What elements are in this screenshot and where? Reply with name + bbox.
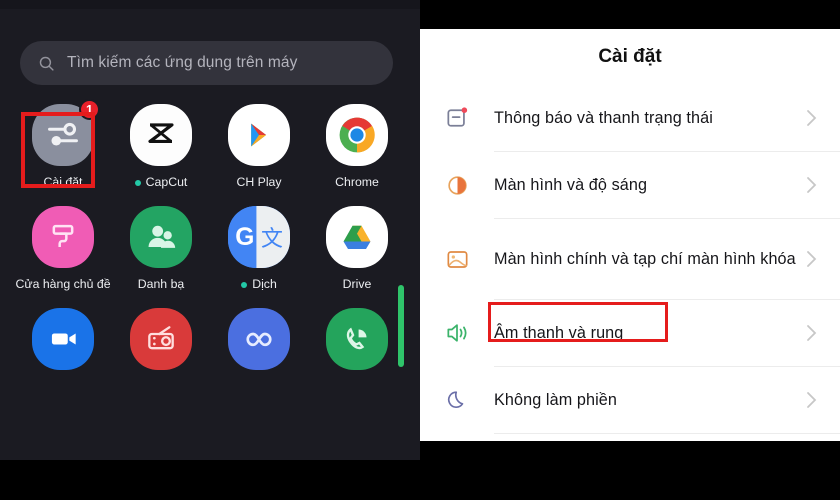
app-row: 1 Cài đặt CapCut CH Play Chrome [14, 99, 406, 190]
app-label: CapCut [134, 175, 188, 190]
app-row [14, 308, 406, 379]
search-placeholder: Tìm kiếm các ứng dụng trên máy [67, 54, 298, 71]
app-item-contacts[interactable]: Danh bạ [112, 206, 210, 292]
app-grid: 1 Cài đặt CapCut CH Play Chrome Cửa hàng… [14, 99, 406, 395]
app-label-text: Cửa hàng chủ đề [15, 277, 111, 291]
wallpaper-icon [442, 244, 472, 274]
settings-item-display-brightness[interactable]: Màn hình và độ sáng [420, 152, 840, 218]
notification-icon [442, 103, 472, 133]
app-row: Cửa hàng chủ đề Danh bạ G 文 Dịch Drive [14, 206, 406, 292]
settings-panel: Cài đặt Thông báo và thanh trạng thái Mà… [420, 0, 840, 500]
app-badge-count: 1 [79, 99, 100, 120]
app-drawer-panel: Tìm kiếm các ứng dụng trên máy 1 Cài đặt… [0, 0, 420, 500]
app-item-drive[interactable]: Drive [308, 206, 406, 292]
app-label: Drive [343, 277, 372, 292]
settings-list: Thông báo và thanh trạng thái Màn hình v… [420, 85, 840, 434]
app-icon-wrap [326, 308, 388, 370]
app-label: Danh bạ [138, 277, 185, 292]
chevron-right-icon [807, 251, 817, 267]
page-title: Cài đặt [598, 46, 662, 67]
app-icon-wrap [228, 104, 290, 166]
app-label: CH Play [236, 175, 281, 190]
app-label-text: Chrome [335, 175, 379, 189]
svg-text:文: 文 [261, 226, 283, 251]
settings-item-do-not-disturb[interactable]: Không làm phiền [420, 367, 840, 433]
settings-item-label: Âm thanh và rung [494, 323, 624, 342]
settings-item-label: Màn hình và độ sáng [494, 175, 648, 194]
search-input[interactable]: Tìm kiếm các ứng dụng trên máy [20, 41, 393, 85]
contacts-icon [130, 206, 192, 268]
app-icon-wrap: G 文 [228, 206, 290, 268]
drawer-scrollbar[interactable] [398, 285, 404, 367]
app-label-text: CH Play [236, 175, 282, 189]
app-icon-wrap [326, 104, 388, 166]
sound-volume-icon [442, 318, 472, 348]
app-icon-wrap [326, 206, 388, 268]
app-label-text: Danh bạ [137, 277, 185, 291]
search-icon [39, 56, 54, 71]
settings-item-sound-vibration[interactable]: Âm thanh và rung [420, 300, 840, 366]
chevron-right-icon [807, 177, 817, 193]
app-icon-wrap [130, 206, 192, 268]
radio-icon [130, 308, 192, 370]
app-item-settings[interactable]: 1 Cài đặt [14, 99, 112, 190]
app-item-capcut[interactable]: CapCut [112, 104, 210, 190]
google-play-icon [228, 104, 290, 166]
capcut-icon [130, 104, 192, 166]
app-item-chrome[interactable]: Chrome [308, 104, 406, 190]
phone-icon [326, 308, 388, 370]
settings-item-home-lockscreen[interactable]: Màn hình chính và tạp chí màn hình khóa [420, 219, 840, 299]
settings-item-label: Không làm phiền [494, 390, 617, 409]
screenshot-root: Tìm kiếm các ứng dụng trên máy 1 Cài đặt… [0, 0, 840, 500]
app-item-ch-play[interactable]: CH Play [210, 104, 308, 190]
google-translate-icon: G 文 [228, 206, 290, 268]
new-app-dot-icon [241, 281, 248, 288]
app-icon-wrap [32, 308, 94, 370]
settings-surface: Cài đặt Thông báo và thanh trạng thái Mà… [420, 29, 840, 441]
app-icon-wrap [130, 104, 192, 166]
theme-store-icon [32, 206, 94, 268]
divider [494, 433, 840, 434]
drawer-bottom-mask [0, 460, 420, 500]
app-label-text: Cài đặt [43, 175, 83, 189]
chevron-right-icon [807, 325, 817, 341]
app-item-translate[interactable]: G 文 Dịch [210, 206, 308, 292]
app-item-infinity[interactable] [210, 308, 308, 379]
chrome-icon [326, 104, 388, 166]
app-label-text: Dịch [252, 277, 277, 291]
app-item-phone[interactable] [308, 308, 406, 379]
app-label: Cài đặt [44, 175, 83, 190]
app-item-theme-store[interactable]: Cửa hàng chủ đề [14, 206, 112, 292]
app-label: Cửa hàng chủ đề [15, 277, 110, 292]
settings-item-notifications[interactable]: Thông báo và thanh trạng thái [420, 85, 840, 151]
moon-icon [442, 385, 472, 415]
chevron-right-icon [807, 392, 817, 408]
app-label-text: Drive [342, 277, 372, 291]
app-label-text: CapCut [145, 175, 188, 189]
infinity-loop-icon [228, 308, 290, 370]
app-icon-wrap [32, 206, 94, 268]
settings-item-label: Màn hình chính và tạp chí màn hình khóa [494, 249, 796, 268]
app-label: Chrome [335, 175, 379, 190]
app-item-video-camera[interactable] [14, 308, 112, 379]
app-icon-wrap [228, 308, 290, 370]
settings-item-label: Thông báo và thanh trạng thái [494, 108, 713, 127]
new-app-dot-icon [134, 179, 141, 186]
app-icon-wrap [130, 308, 192, 370]
svg-text:G: G [235, 224, 254, 251]
google-drive-icon [326, 206, 388, 268]
chevron-right-icon [807, 110, 817, 126]
app-label: Dịch [241, 277, 277, 292]
app-item-radio[interactable] [112, 308, 210, 379]
video-camera-icon [32, 308, 94, 370]
app-icon-wrap: 1 [32, 99, 100, 166]
brightness-icon [442, 170, 472, 200]
